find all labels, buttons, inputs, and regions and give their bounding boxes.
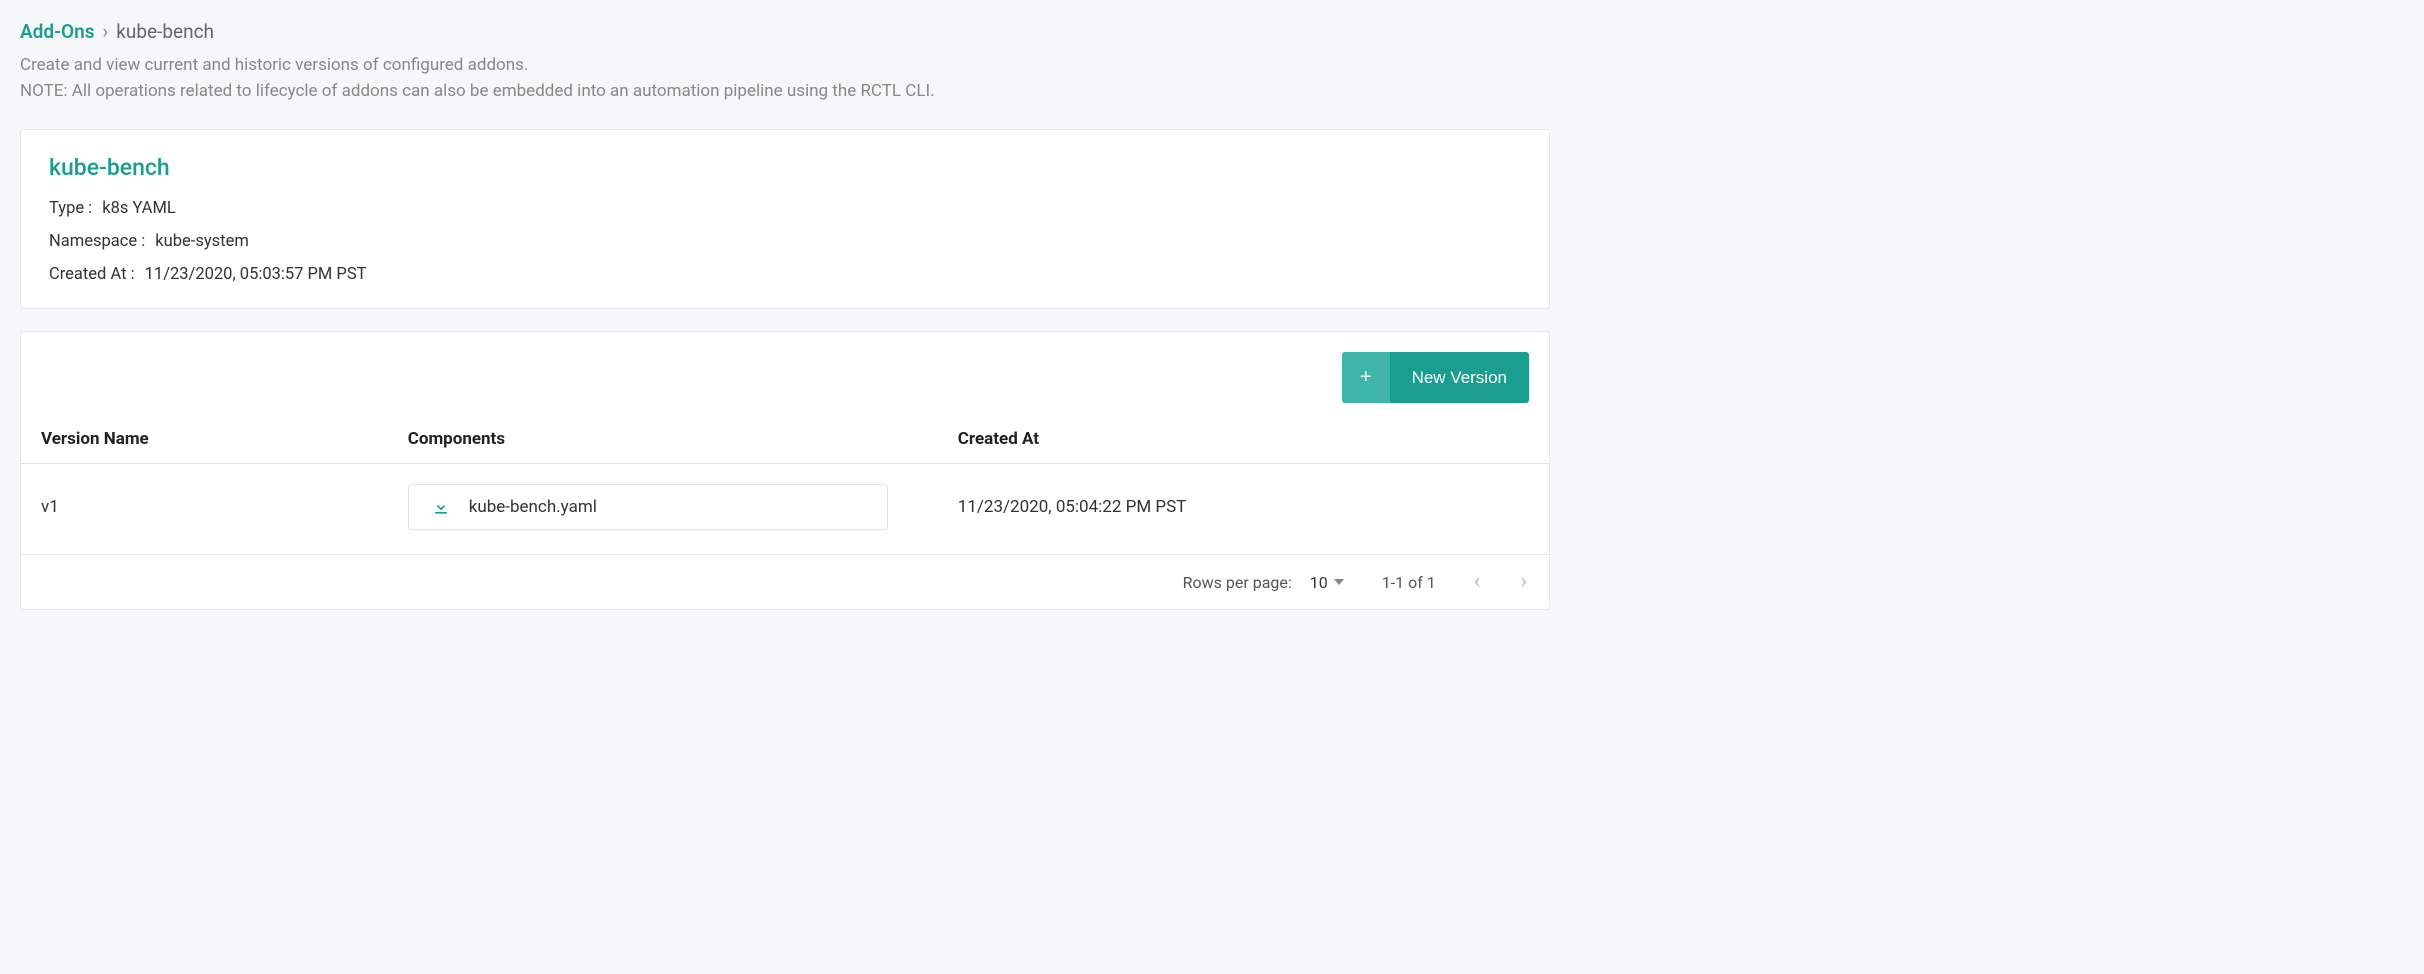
- plus-icon: +: [1342, 352, 1390, 403]
- cell-created-at: 11/23/2020, 05:04:22 PM PST: [938, 464, 1549, 555]
- rows-per-page-select[interactable]: 10: [1310, 573, 1344, 592]
- breadcrumb: Add-Ons › kube-bench: [20, 20, 2404, 43]
- addon-namespace-value: kube-system: [155, 232, 249, 251]
- addon-type-row: Type : k8s YAML: [49, 199, 1521, 218]
- addon-namespace-label: Namespace :: [49, 232, 145, 251]
- addon-title: kube-bench: [49, 154, 1521, 181]
- component-file-name: kube-bench.yaml: [469, 497, 597, 517]
- table-toolbar: + New Version: [21, 332, 1549, 415]
- col-header-components: Components: [388, 415, 938, 464]
- rows-per-page: Rows per page: 10: [1183, 573, 1344, 592]
- breadcrumb-separator: ›: [103, 20, 109, 43]
- breadcrumb-current: kube-bench: [116, 20, 214, 43]
- page-nav: ‹ ›: [1474, 571, 1527, 593]
- next-page-button[interactable]: ›: [1520, 571, 1527, 593]
- cell-components: kube-bench.yaml: [388, 464, 938, 555]
- addon-created-value: 11/23/2020, 05:03:57 PM PST: [145, 265, 367, 284]
- caret-down-icon: [1334, 579, 1344, 585]
- versions-card: + New Version Version Name Components Cr…: [20, 331, 1550, 610]
- pagination-range: 1-1 of 1: [1382, 573, 1436, 592]
- addon-type-value: k8s YAML: [102, 199, 175, 218]
- download-icon: [431, 497, 451, 517]
- component-download-chip[interactable]: kube-bench.yaml: [408, 484, 888, 530]
- new-version-button[interactable]: + New Version: [1342, 352, 1529, 403]
- table-row: v1 kube-bench.yaml 11/23/2020, 05:04:22 …: [21, 464, 1549, 555]
- breadcrumb-root-link[interactable]: Add-Ons: [20, 20, 95, 43]
- addon-detail-card: kube-bench Type : k8s YAML Namespace : k…: [20, 129, 1550, 309]
- rows-per-page-value: 10: [1310, 573, 1328, 592]
- prev-page-button[interactable]: ‹: [1474, 571, 1481, 593]
- addon-created-row: Created At : 11/23/2020, 05:03:57 PM PST: [49, 265, 1521, 284]
- addon-created-label: Created At :: [49, 265, 135, 284]
- rows-per-page-label: Rows per page:: [1183, 573, 1292, 592]
- addon-type-label: Type :: [49, 199, 92, 218]
- versions-table: Version Name Components Created At v1 ku…: [21, 415, 1549, 555]
- new-version-label: New Version: [1390, 352, 1529, 403]
- pagination: Rows per page: 10 1-1 of 1 ‹ ›: [21, 555, 1549, 609]
- page-subtitle: Create and view current and historic ver…: [20, 53, 1120, 104]
- addon-namespace-row: Namespace : kube-system: [49, 232, 1521, 251]
- col-header-version-name: Version Name: [21, 415, 388, 464]
- col-header-created-at: Created At: [938, 415, 1549, 464]
- cell-version-name: v1: [21, 464, 388, 555]
